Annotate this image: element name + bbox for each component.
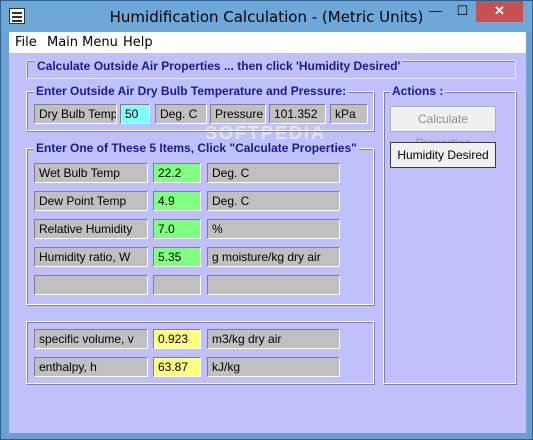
instruction-header: Calculate Outside Air Properties ... the…	[35, 59, 403, 73]
pressure-unit: kPa	[330, 104, 368, 124]
dew-point-unit: Deg. C	[207, 191, 340, 211]
dry-bulb-unit: Deg. C	[155, 104, 207, 124]
dew-point-label: Dew Point Temp	[34, 191, 148, 211]
enthalpy-label: enthalpy, h	[34, 357, 148, 377]
dew-point-input[interactable]: 4.9	[153, 191, 201, 211]
title-bar[interactable]: Humidification Calculation - (Metric Uni…	[1, 1, 532, 32]
wet-bulb-label: Wet Bulb Temp	[34, 163, 148, 183]
dry-bulb-label: Dry Bulb Temp	[34, 104, 117, 124]
close-button[interactable]: ✕	[476, 1, 523, 22]
blank-unit	[207, 275, 340, 295]
actions-legend: Actions :	[390, 84, 446, 98]
enthalpy-value: 63.87	[153, 357, 201, 377]
relative-humidity-label: Relative Humidity	[34, 219, 148, 239]
menu-file[interactable]: File	[15, 35, 37, 50]
blank-label	[34, 275, 148, 295]
relative-humidity-unit: %	[207, 219, 340, 239]
client-area: Calculate Outside Air Properties ... the…	[9, 53, 526, 433]
properties-legend: Enter One of These 5 Items, Click "Calcu…	[34, 141, 359, 155]
pressure-input[interactable]: 101.352	[269, 104, 326, 124]
outside-air-legend: Enter Outside Air Dry Bulb Temperature a…	[34, 84, 349, 98]
menu-main-menu[interactable]: Main Menu	[47, 35, 118, 50]
humidity-ratio-input[interactable]: 5.35	[153, 247, 201, 267]
minimize-button[interactable]: —	[422, 1, 449, 22]
relative-humidity-input[interactable]: 7.0	[153, 219, 201, 239]
humidity-ratio-label: Humidity ratio, W	[34, 247, 148, 267]
maximize-button[interactable]: ☐	[449, 1, 476, 22]
specific-volume-unit: m3/kg dry air	[207, 329, 340, 349]
wet-bulb-unit: Deg. C	[207, 163, 340, 183]
menu-help[interactable]: Help	[123, 35, 153, 50]
specific-volume-label: specific volume, v	[34, 329, 148, 349]
pressure-label: Pressure	[210, 104, 266, 124]
dry-bulb-input[interactable]: 50	[120, 104, 150, 124]
app-window: Humidification Calculation - (Metric Uni…	[0, 0, 533, 440]
wet-bulb-input[interactable]: 22.2	[153, 163, 201, 183]
humidity-desired-button[interactable]: Humidity Desired	[390, 142, 496, 168]
calculate-properties-button[interactable]: Calculate Properties	[390, 106, 496, 150]
blank-input[interactable]	[153, 275, 201, 295]
enthalpy-unit: kJ/kg	[207, 357, 340, 377]
specific-volume-value: 0.923	[153, 329, 201, 349]
humidity-ratio-unit: g moisture/kg dry air	[207, 247, 340, 267]
menu-bar: File Main Menu Help	[9, 32, 526, 53]
